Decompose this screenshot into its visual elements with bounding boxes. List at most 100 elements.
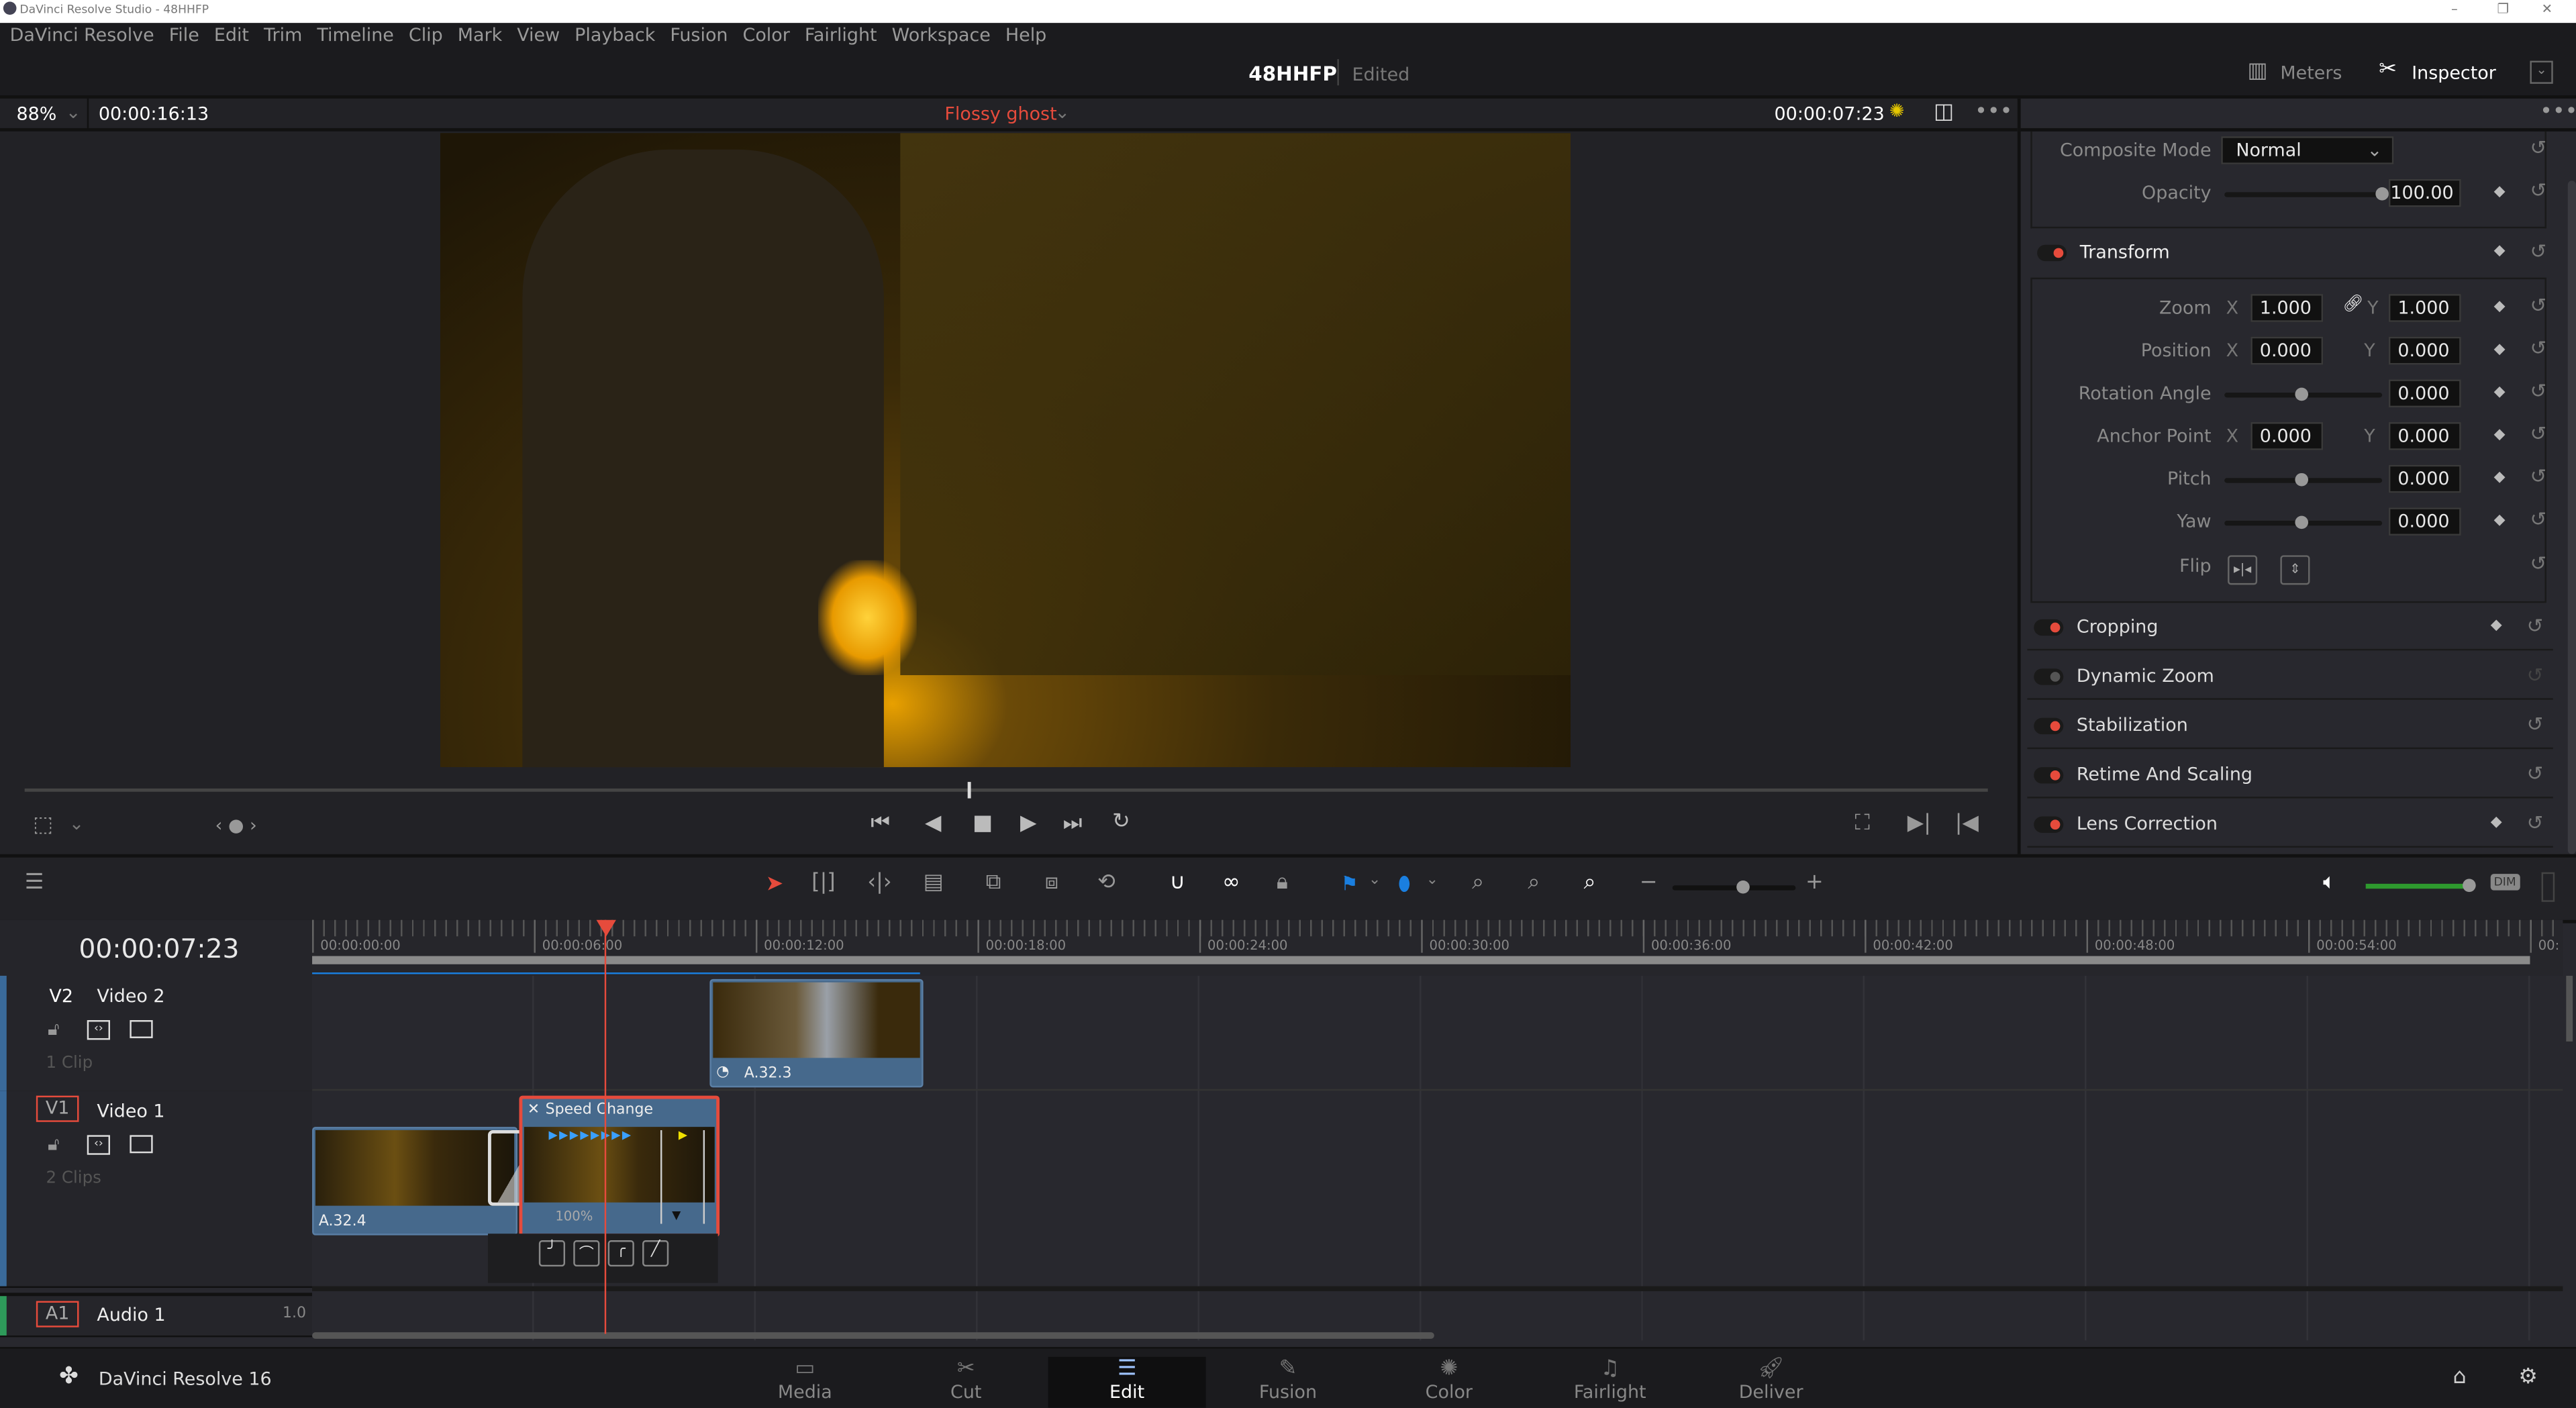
reset-icon[interactable]: ↺ [2527, 664, 2544, 687]
track-name-v1[interactable]: Video 1 [97, 1101, 164, 1122]
stop-button[interactable]: ■ [973, 811, 993, 836]
opacity-slider[interactable] [2224, 192, 2383, 197]
speed-dropdown-icon[interactable]: ▼ [672, 1209, 681, 1223]
transform-overlay-icon[interactable]: ⬚ [33, 813, 53, 838]
ease-in-out-button[interactable]: ⌒ [573, 1240, 600, 1267]
section-toggle[interactable] [2034, 717, 2064, 735]
inspector-section-dynamic-zoom[interactable]: Dynamic Zoom ↺ [2027, 652, 2553, 700]
auto-select-icon[interactable]: ‹› [87, 1135, 110, 1155]
clip-name-select[interactable]: Flossy ghost [944, 103, 1056, 125]
speed-percentage[interactable]: 100% [555, 1209, 593, 1224]
keyframe-icon[interactable]: ◆ [2494, 184, 2506, 200]
viewer-scrubber[interactable] [24, 788, 1988, 792]
tab-fusion[interactable]: ✎ Fusion [1209, 1357, 1367, 1408]
reset-icon[interactable]: ↺ [2530, 179, 2546, 202]
volume-knob[interactable] [2463, 878, 2476, 893]
clip-a32-3[interactable]: ◔ A.32.3 [709, 978, 924, 1088]
reset-icon[interactable]: ↺ [2530, 507, 2546, 530]
keyframe-icon[interactable]: ◆ [2494, 427, 2506, 443]
track-enable-icon[interactable] [130, 1135, 153, 1154]
menu-timeline[interactable]: Timeline [317, 25, 394, 46]
tab-cut[interactable]: ✂ Cut [887, 1357, 1045, 1408]
lock-icon[interactable]: 🔓︎ [48, 1019, 59, 1042]
reset-icon[interactable]: ↺ [2527, 811, 2544, 834]
anchor-x-field[interactable]: 0.000 [2250, 422, 2324, 450]
timeline-view-options-icon[interactable]: ☰ [25, 870, 44, 895]
play-reverse-button[interactable]: ◀ [925, 811, 941, 836]
tab-deliver[interactable]: 🚀︎ Deliver [1692, 1357, 1850, 1408]
timeline-playhead[interactable] [604, 919, 607, 1334]
reset-icon[interactable]: ↺ [2530, 552, 2546, 574]
menu-help[interactable]: Help [1005, 25, 1046, 46]
tab-fairlight[interactable]: ♫ Fairlight [1531, 1357, 1689, 1408]
chevron-down-icon[interactable]: ⌄ [1426, 872, 1438, 889]
inspector-options-icon[interactable]: ••• [2540, 100, 2576, 125]
tab-media[interactable]: ▭ Media [726, 1357, 884, 1408]
section-toggle[interactable] [2034, 767, 2064, 784]
timeline-scroll-range[interactable] [312, 956, 2530, 964]
speaker-icon[interactable]: 🔈︎ [2323, 870, 2336, 895]
rotation-field[interactable]: 0.000 [2388, 379, 2461, 408]
chevron-down-icon[interactable]: ⌄ [1369, 872, 1381, 889]
transform-header[interactable]: Transform [2080, 242, 2170, 263]
replace-clip-icon[interactable]: ⟲ [1097, 870, 1116, 895]
track-id-v2[interactable]: V2 [49, 986, 73, 1007]
pitch-slider-knob[interactable] [2295, 472, 2309, 487]
section-toggle[interactable] [2034, 619, 2064, 636]
reset-icon[interactable]: ↺ [2527, 713, 2544, 736]
close-button[interactable]: ✕ [2542, 1, 2553, 16]
linear-button[interactable]: ╱ [642, 1240, 669, 1267]
menu-clip[interactable]: Clip [409, 25, 443, 46]
keyframe-icon[interactable]: ◆ [2494, 243, 2506, 259]
flip-horizontal-button[interactable]: ▸|◂ [2228, 555, 2258, 585]
rotation-slider-knob[interactable] [2295, 387, 2309, 401]
clip-speed-change[interactable]: ✕ Speed Change ▶▶▶▶▶▶▶▶ ▶ 100% ▼ [519, 1095, 720, 1238]
menu-mark[interactable]: Mark [458, 25, 502, 46]
reset-icon[interactable]: ↺ [2530, 465, 2546, 488]
lock-icon[interactable]: 🔓︎ [48, 1134, 59, 1156]
viewer-playhead[interactable] [967, 782, 971, 799]
keyframe-icon[interactable]: ◆ [2494, 470, 2506, 486]
menu-workspace[interactable]: Workspace [892, 25, 991, 46]
timeline-zoom-knob[interactable] [1736, 880, 1750, 894]
keyframe-icon[interactable]: ◆ [2494, 385, 2506, 401]
jump-to-start-button[interactable]: ⏮ [871, 811, 890, 836]
reset-icon[interactable]: ↺ [2527, 762, 2544, 785]
maximize-button[interactable]: ❐ [2497, 1, 2510, 16]
track-name-a1[interactable]: Audio 1 [97, 1304, 165, 1325]
viewer-zoom-select[interactable]: 88% [16, 103, 56, 125]
close-icon[interactable]: ✕ [528, 1102, 540, 1118]
keyframe-icon[interactable]: ◆ [2494, 299, 2506, 315]
overwrite-clip-icon[interactable]: ⧈ [1045, 870, 1058, 895]
dual-viewer-icon[interactable]: ◫ [1934, 100, 1954, 125]
minimize-button[interactable]: – [2451, 1, 2458, 16]
position-lock-icon[interactable]: 🔒︎ [1277, 870, 1288, 895]
keyframe-icon[interactable]: ◆ [2491, 617, 2502, 634]
loop-button[interactable]: ↻ [1112, 810, 1130, 835]
transform-toggle[interactable] [2037, 244, 2067, 262]
trim-tool-icon[interactable]: [|] [811, 870, 836, 895]
composite-mode-select[interactable]: Normal ⌄ [2221, 136, 2394, 164]
clip-nav-icon[interactable]: ‹ ● › [215, 815, 257, 836]
more-options-icon[interactable]: ••• [1975, 100, 2012, 125]
zoom-full-icon[interactable]: ⌕ [1472, 870, 1484, 895]
playhead-handle[interactable] [596, 919, 616, 937]
zoom-x-field[interactable]: 1.000 [2250, 294, 2324, 322]
blade-tool-icon[interactable]: ▤ [924, 870, 944, 895]
marker-icon[interactable]: ⬮ [1398, 872, 1410, 897]
dynamic-trim-icon[interactable]: ‹|› [867, 870, 891, 895]
menu-color[interactable]: Color [743, 25, 790, 46]
color-wheel-icon[interactable]: ✺ [1889, 100, 1905, 121]
volume-slider[interactable] [2365, 883, 2471, 889]
inspector-section-lens-correction[interactable]: Lens Correction ◆ ↺ [2027, 800, 2553, 848]
reset-icon[interactable]: ↺ [2527, 614, 2544, 637]
position-y-field[interactable]: 0.000 [2388, 336, 2461, 365]
link-icon[interactable]: 🔗︎ [2342, 296, 2363, 314]
track-id-v1[interactable]: V1 [36, 1095, 79, 1122]
keyframe-icon[interactable]: ◆ [2491, 815, 2502, 831]
track-name-v2[interactable]: Video 2 [97, 986, 164, 1007]
track-id-a1[interactable]: A1 [36, 1301, 79, 1327]
tab-edit[interactable]: ☰ Edit [1048, 1356, 1206, 1408]
reset-icon[interactable]: ↺ [2530, 337, 2546, 360]
zoom-out-icon[interactable]: − [1640, 870, 1658, 895]
